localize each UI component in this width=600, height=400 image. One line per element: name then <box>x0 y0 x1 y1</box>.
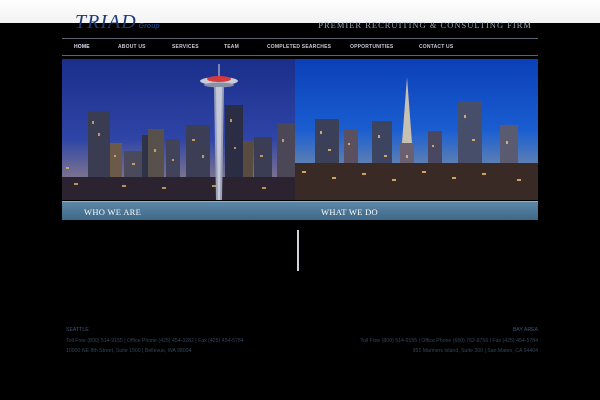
hero-skyline-image <box>62 59 538 200</box>
logo-subtext: Group <box>138 23 160 30</box>
hero-banner <box>62 59 538 200</box>
page: TRIAD Group PREMIER RECRUITING & CONSULT… <box>0 0 600 400</box>
nav-home[interactable]: HOME <box>74 44 90 50</box>
seattle-skyline <box>62 59 295 200</box>
san-francisco-skyline <box>295 59 538 200</box>
footer-seattle-phones: Toll Free (800) 514-9155 | Office Phone … <box>66 337 244 344</box>
footer-seattle-address: 10900 NE 8th Street, Suite 1500 | Bellev… <box>66 348 192 354</box>
section-tab-bar: WHO WE ARE WHAT WE DO <box>62 201 538 220</box>
tagline: PREMIER RECRUITING & CONSULTING FIRM <box>318 20 532 30</box>
nav-completed-searches[interactable]: COMPLETED SEARCHES <box>267 44 331 50</box>
tab-who-we-are[interactable]: WHO WE ARE <box>84 207 141 217</box>
content-divider <box>297 230 299 271</box>
nav-services[interactable]: SERVICES <box>172 44 199 50</box>
footer-bay-area-city: BAY AREA <box>512 327 538 333</box>
footer-bay-area-address: 951 Mariners Island, Suite 300 | San Mat… <box>412 348 538 354</box>
nav-team[interactable]: TEAM <box>224 44 239 50</box>
logo-text: TRIAD <box>75 11 137 33</box>
tab-what-we-do[interactable]: WHAT WE DO <box>321 207 378 217</box>
footer-seattle-city: SEATTLE <box>66 327 89 333</box>
footer-bay-area-phones: Toll Free (800) 514-9155 | Office Phone … <box>360 337 538 344</box>
main-nav: HOME ABOUT US SERVICES TEAM COMPLETED SE… <box>62 40 538 56</box>
nav-bottom-rule <box>62 55 538 56</box>
footer-bay-area: BAY AREA Toll Free (800) 514-9155 | Offi… <box>360 325 538 357</box>
nav-opportunities[interactable]: OPPORTUNITIES <box>350 44 393 50</box>
nav-top-rule <box>62 38 538 39</box>
nav-contact-us[interactable]: CONTACT US <box>419 44 453 50</box>
footer-seattle: SEATTLE Toll Free (800) 514-9155 | Offic… <box>66 325 244 357</box>
nav-about-us[interactable]: ABOUT US <box>118 44 146 50</box>
logo[interactable]: TRIAD Group <box>75 8 160 32</box>
